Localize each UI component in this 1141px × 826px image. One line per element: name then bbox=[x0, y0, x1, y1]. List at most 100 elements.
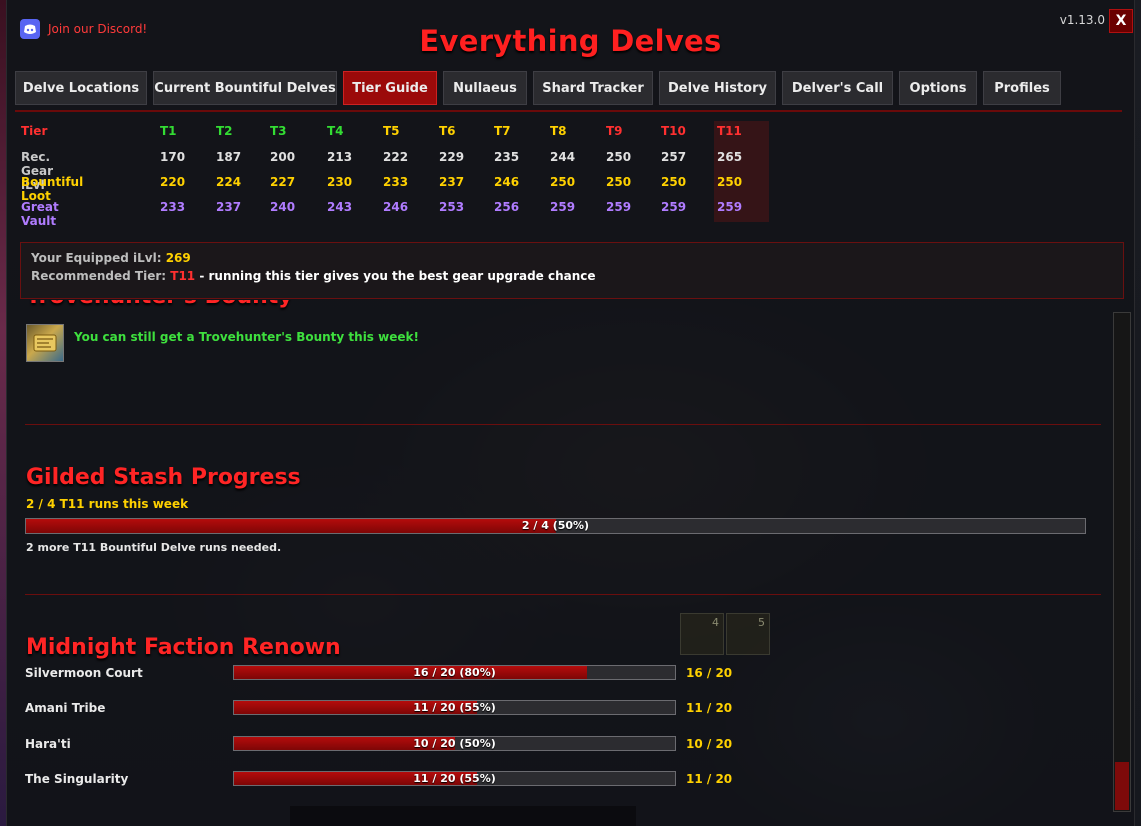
tier-cell: 259 bbox=[661, 200, 687, 214]
scene-shadow bbox=[290, 806, 636, 826]
close-button[interactable]: X bbox=[1109, 9, 1133, 33]
faction-renown-value: 11 / 20 bbox=[686, 701, 733, 715]
recommended-tier-line: Recommended Tier: T11 - running this tie… bbox=[31, 269, 596, 283]
recommended-tier-label: Recommended Tier: bbox=[31, 269, 167, 283]
faction-renown-value: 16 / 20 bbox=[686, 666, 733, 680]
tier-cell: 227 bbox=[270, 175, 296, 189]
tab-delve-history[interactable]: Delve History bbox=[659, 71, 776, 105]
tier-cell: 253 bbox=[439, 200, 465, 214]
tier-cell: 250 bbox=[550, 175, 576, 189]
tier-cell: 237 bbox=[216, 200, 242, 214]
tier-cell: 250 bbox=[606, 175, 632, 189]
renown-heading: Midnight Faction Renown bbox=[26, 635, 341, 660]
tier-cell: 259 bbox=[606, 200, 632, 214]
faction-progress-text: 11 / 20 (55%) bbox=[413, 701, 496, 714]
gilded-heading: Gilded Stash Progress bbox=[26, 465, 301, 490]
renown-reward-slot: 5 bbox=[726, 613, 770, 655]
tab-divider bbox=[15, 110, 1122, 112]
treasure-map-icon bbox=[26, 324, 64, 362]
faction-name: Hara'ti bbox=[25, 737, 71, 751]
faction-progress-bar: 16 / 20 (80%) bbox=[233, 665, 676, 680]
tier-cell: 259 bbox=[717, 200, 743, 214]
tier-cell: 250 bbox=[661, 175, 687, 189]
bountiful-loot-label: Bountiful Loot bbox=[21, 175, 84, 203]
tab-shard-tracker[interactable]: Shard Tracker bbox=[533, 71, 653, 105]
tier-header-label: Tier bbox=[21, 124, 48, 138]
tab-profiles[interactable]: Profiles bbox=[983, 71, 1061, 105]
tier-header-t9: T9 bbox=[606, 124, 623, 138]
gilded-progress-text: 2 / 4 (50%) bbox=[521, 519, 590, 532]
scrollbar-thumb[interactable] bbox=[1115, 762, 1129, 810]
tier-cell: 259 bbox=[550, 200, 576, 214]
tier-cell: 256 bbox=[494, 200, 520, 214]
tab-current-bountiful-delves[interactable]: Current Bountiful Delves bbox=[153, 71, 337, 105]
faction-name: Silvermoon Court bbox=[25, 666, 143, 680]
tier-cell: 187 bbox=[216, 150, 242, 164]
faction-renown-value: 10 / 20 bbox=[686, 737, 733, 751]
tab-bar: Delve Locations Current Bountiful Delves… bbox=[15, 71, 1067, 105]
faction-progress-text: 10 / 20 (50%) bbox=[413, 737, 496, 750]
tab-delvers-call[interactable]: Delver's Call bbox=[782, 71, 893, 105]
tier-header-t2: T2 bbox=[216, 124, 233, 138]
tier-table: Tier T1 T2 T3 T4 T5 T6 T7 T8 T9 T10 T11 Rec. Gear … bbox=[21, 119, 781, 228]
tab-delve-locations[interactable]: Delve Locations bbox=[15, 71, 147, 105]
section-divider bbox=[25, 424, 1101, 425]
scrollbar[interactable] bbox=[1113, 312, 1131, 812]
tab-options[interactable]: Options bbox=[899, 71, 977, 105]
tier-cell: 243 bbox=[327, 200, 353, 214]
tier-header-t4: T4 bbox=[327, 124, 344, 138]
tier-cell: 224 bbox=[216, 175, 242, 189]
tier-cell: 246 bbox=[383, 200, 409, 214]
tier-cell: 240 bbox=[270, 200, 296, 214]
faction-progress-text: 16 / 20 (80%) bbox=[413, 666, 496, 679]
tier-header-t6: T6 bbox=[439, 124, 456, 138]
tier-header-t10: T10 bbox=[661, 124, 686, 138]
tier-cell: 244 bbox=[550, 150, 576, 164]
app-title: Everything Delves bbox=[419, 24, 722, 58]
tier-header-t8: T8 bbox=[550, 124, 567, 138]
tier-cell: 233 bbox=[160, 200, 186, 214]
faction-name: The Singularity bbox=[25, 772, 129, 786]
gilded-subtitle: 2 / 4 T11 runs this week bbox=[26, 497, 189, 511]
faction-progress-bar: 11 / 20 (55%) bbox=[233, 771, 676, 786]
tier-cell: 250 bbox=[606, 150, 632, 164]
recommended-tier-value: T11 bbox=[170, 269, 196, 283]
tier-cell: 250 bbox=[717, 175, 743, 189]
ilvl-info-panel: Your Equipped iLvl: 269 Recommended Tier… bbox=[20, 242, 1124, 299]
tier-cell: 222 bbox=[383, 150, 409, 164]
equipped-ilvl-label: Your Equipped iLvl: bbox=[31, 251, 162, 265]
faction-progress-bar: 11 / 20 (55%) bbox=[233, 700, 676, 715]
tier-header-t5: T5 bbox=[383, 124, 400, 138]
tier-cell: 220 bbox=[160, 175, 186, 189]
faction-progress-text: 11 / 20 (55%) bbox=[413, 772, 496, 785]
equipped-ilvl-value: 269 bbox=[165, 251, 191, 265]
tier-header-t7: T7 bbox=[494, 124, 511, 138]
tier-header-t1: T1 bbox=[160, 124, 177, 138]
tier-cell: 229 bbox=[439, 150, 465, 164]
trovehunter-message: You can still get a Trovehunter's Bounty… bbox=[74, 330, 419, 344]
tier-cell: 235 bbox=[494, 150, 520, 164]
tier-cell: 237 bbox=[439, 175, 465, 189]
tier-cell: 170 bbox=[160, 150, 186, 164]
section-divider bbox=[25, 594, 1101, 595]
tier-cell: 233 bbox=[383, 175, 409, 189]
version-label: v1.13.0 bbox=[1059, 13, 1105, 27]
renown-reward-slot: 4 bbox=[680, 613, 724, 655]
great-vault-label: Great Vault bbox=[21, 200, 59, 228]
tier-cell: 213 bbox=[327, 150, 353, 164]
tab-tier-guide[interactable]: Tier Guide bbox=[343, 71, 437, 105]
tab-nullaeus[interactable]: Nullaeus bbox=[443, 71, 527, 105]
faction-progress-bar: 10 / 20 (50%) bbox=[233, 736, 676, 751]
tier-cell: 257 bbox=[661, 150, 687, 164]
recommended-tier-text: - running this tier gives you the best g… bbox=[199, 269, 596, 283]
trovehunter-heading: Trovehunter's Bounty bbox=[26, 300, 293, 309]
scroll-content[interactable]: Trovehunter's Bounty You can still get a… bbox=[14, 300, 1112, 820]
tier-cell: 246 bbox=[494, 175, 520, 189]
tier-cell: 230 bbox=[327, 175, 353, 189]
tier-header-t11: T11 bbox=[717, 124, 742, 138]
equipped-ilvl-line: Your Equipped iLvl: 269 bbox=[31, 251, 191, 265]
tier-cell: 265 bbox=[717, 150, 743, 164]
gilded-note: 2 more T11 Bountiful Delve runs needed. bbox=[26, 541, 282, 554]
gilded-progress-bar: 2 / 4 (50%) bbox=[25, 518, 1086, 534]
faction-name: Amani Tribe bbox=[25, 701, 106, 715]
